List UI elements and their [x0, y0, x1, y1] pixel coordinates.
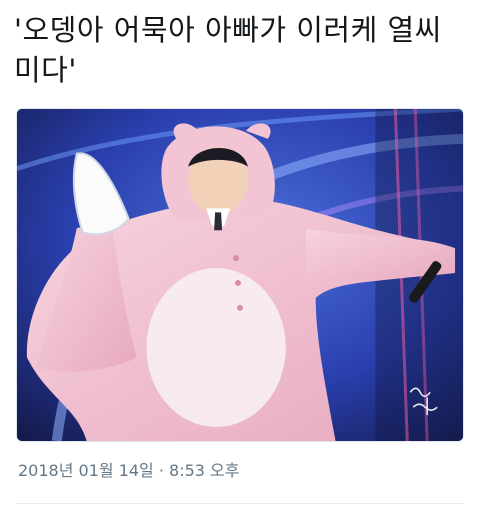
tweet-photo[interactable]: [16, 108, 464, 442]
tweet-text: '오뎅아 어묵아 아빠가 이러케 열씨미다': [14, 13, 442, 87]
tweet-card: '오뎅아 어묵아 아빠가 이러케 열씨미다' 2018년 01월 14일 · 8…: [0, 0, 480, 516]
concert-photo-icon: [17, 109, 463, 441]
tweet-timestamp[interactable]: 2018년 01월 14일 · 8:53 오후: [18, 460, 239, 482]
divider: [16, 503, 464, 504]
